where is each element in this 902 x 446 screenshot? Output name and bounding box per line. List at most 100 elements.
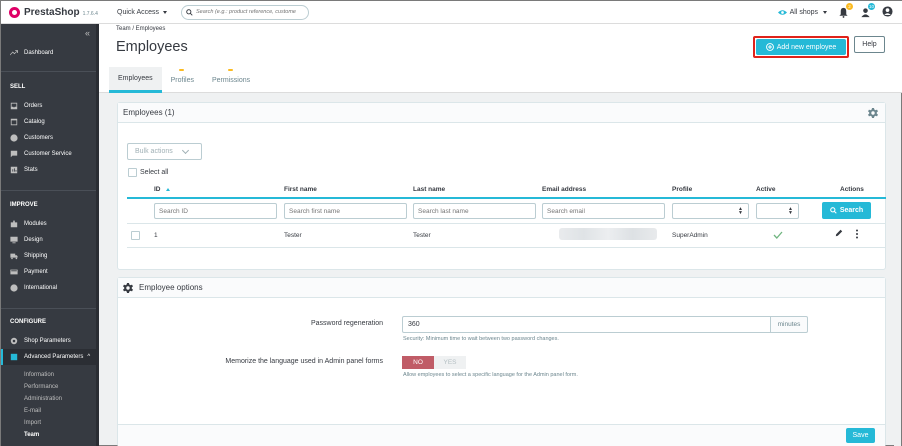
sort-arrows-icon: ▲ ▼	[738, 206, 743, 216]
memorize-language-toggle[interactable]: NO YES	[402, 356, 466, 369]
orders-notification[interactable]: 2	[838, 3, 853, 18]
search-button[interactable]: Search	[822, 202, 871, 219]
sidebar-item-customers[interactable]: Customers	[1, 130, 99, 146]
bulk-actions-dropdown[interactable]: Bulk actions	[127, 143, 202, 160]
row-checkbox[interactable]	[131, 231, 140, 240]
column-header-email: Email address	[542, 186, 587, 193]
page-title: Employees	[116, 39, 188, 55]
employee-options-panel: Employee options Password regeneration 3…	[117, 277, 886, 446]
chevron-up-icon: ^	[87, 354, 91, 360]
sidebar-divider	[1, 308, 99, 309]
filter-last-name-input[interactable]	[413, 203, 536, 219]
store-icon	[10, 118, 18, 126]
toggle-no-option[interactable]: NO	[402, 356, 434, 369]
sidebar-subitem-performance[interactable]: Performance	[24, 384, 58, 390]
save-button[interactable]: Save	[846, 428, 875, 443]
toggle-yes-option[interactable]: YES	[434, 356, 466, 369]
employees-panel-title: Employees (1)	[123, 108, 175, 117]
edit-pencil-icon[interactable]	[835, 229, 843, 237]
sidebar-item-design[interactable]: Design	[1, 232, 99, 248]
tab-permissions[interactable]: Permissions	[203, 67, 259, 93]
sidebar-divider	[1, 190, 99, 191]
sidebar-item-dashboard[interactable]: Dashboard	[1, 45, 99, 61]
column-label: ID	[154, 186, 161, 193]
sidebar-divider	[1, 71, 99, 72]
language-help-text: Allow employees to select a specific lan…	[403, 372, 578, 378]
sidebar-item-international[interactable]: International	[1, 280, 99, 296]
add-new-employee-label: Add new employee	[776, 43, 837, 51]
filter-email-input[interactable]	[542, 203, 665, 219]
sidebar-subitem-email[interactable]: E-mail	[24, 408, 41, 414]
account-circle-icon	[10, 134, 18, 142]
sort-arrows-icon: ▲ ▼	[788, 206, 793, 216]
sidebar-item-stats[interactable]: Stats	[1, 162, 99, 178]
sidebar-label: Customers	[24, 135, 54, 141]
sidebar-item-shipping[interactable]: Shipping	[1, 248, 99, 264]
collapse-sidebar-icon[interactable]: «	[85, 28, 90, 38]
prestashop-logo[interactable]: PrestaShop 1.7.6.4	[9, 6, 111, 18]
customers-notification[interactable]: 10	[860, 3, 875, 18]
column-header-active: Active	[756, 186, 776, 193]
select-all-checkbox[interactable]	[128, 168, 137, 177]
tab-label: Employees	[118, 75, 153, 82]
sidebar-item-orders[interactable]: Orders	[1, 98, 99, 114]
filter-id-input[interactable]	[154, 203, 277, 219]
orders-badge: 2	[846, 3, 853, 10]
breadcrumb[interactable]: Team / Employees	[116, 26, 165, 32]
sidebar-label: International	[24, 285, 58, 291]
filter-profile-select[interactable]: ▲ ▼	[672, 203, 749, 219]
active-indicator	[1, 349, 3, 365]
search-icon	[186, 8, 193, 16]
shop-selector[interactable]: All shops	[777, 9, 827, 16]
sidebar-subitem-administration[interactable]: Administration	[24, 396, 62, 402]
minutes-addon: minutes	[771, 316, 808, 333]
check-icon[interactable]	[773, 231, 783, 239]
sidebar-subitem-team[interactable]: Team	[24, 432, 39, 438]
memorize-language-label: Memorize the language used in Admin pane…	[225, 358, 383, 365]
bar-chart-icon	[10, 166, 18, 174]
gear-icon[interactable]	[868, 108, 878, 118]
gear-icon	[123, 282, 133, 293]
password-regeneration-label: Password regeneration	[311, 320, 383, 327]
sidebar-item-catalog[interactable]: Catalog	[1, 114, 99, 130]
trending-up-icon	[10, 50, 18, 56]
sort-up-icon[interactable]	[165, 187, 170, 191]
sidebar-item-customer-service[interactable]: Customer Service	[1, 146, 99, 162]
tab-label: Profiles	[170, 76, 194, 84]
globe-icon	[10, 284, 18, 292]
help-button[interactable]: Help	[854, 36, 885, 53]
column-header-last-name: Last name	[413, 186, 446, 193]
sidebar-subitem-information[interactable]: Information	[24, 372, 54, 378]
tab-profiles[interactable]: Profiles	[162, 67, 203, 93]
column-header-id[interactable]: ID	[154, 186, 170, 193]
sidebar-label: Customer Service	[24, 151, 72, 157]
add-new-employee-button[interactable]: Add new employee	[756, 39, 846, 55]
top-search-input[interactable]	[196, 9, 307, 15]
filter-first-name-input[interactable]	[284, 203, 407, 219]
sidebar-item-advanced-parameters[interactable]: Advanced Parameters ^	[1, 349, 99, 365]
cell-id: 1	[154, 232, 158, 239]
sidebar-subitem-import[interactable]: Import	[24, 420, 41, 426]
more-vertical-icon[interactable]	[855, 229, 859, 239]
sidebar-item-shop-parameters[interactable]: Shop Parameters	[1, 333, 99, 349]
puzzle-icon	[10, 220, 18, 228]
search-button-label: Search	[839, 207, 864, 214]
content-scrollbar[interactable]	[894, 93, 901, 446]
credit-card-icon	[10, 269, 18, 275]
sidebar-label: Advanced Parameters	[24, 354, 84, 360]
employees-panel-header: Employees (1)	[118, 103, 885, 123]
sidebar-label: Design	[24, 237, 43, 243]
sidebar-section-sell: SELL	[10, 84, 26, 90]
password-regeneration-input[interactable]: 360	[402, 316, 771, 333]
sidebar-item-modules[interactable]: Modules	[1, 216, 99, 232]
column-header-actions: Actions	[840, 186, 864, 193]
tab-employees[interactable]: Employees	[109, 67, 162, 93]
filter-active-select[interactable]: ▲ ▼	[756, 203, 799, 219]
quick-access-menu[interactable]: Quick Access	[117, 9, 168, 16]
top-search[interactable]	[181, 4, 310, 20]
account-avatar[interactable]	[882, 6, 893, 19]
select-all-label: Select all	[140, 169, 169, 176]
password-help-text: Security: Minimum time to wait between t…	[403, 336, 559, 342]
eye-icon	[777, 10, 787, 15]
sidebar-item-payment[interactable]: Payment	[1, 264, 99, 280]
